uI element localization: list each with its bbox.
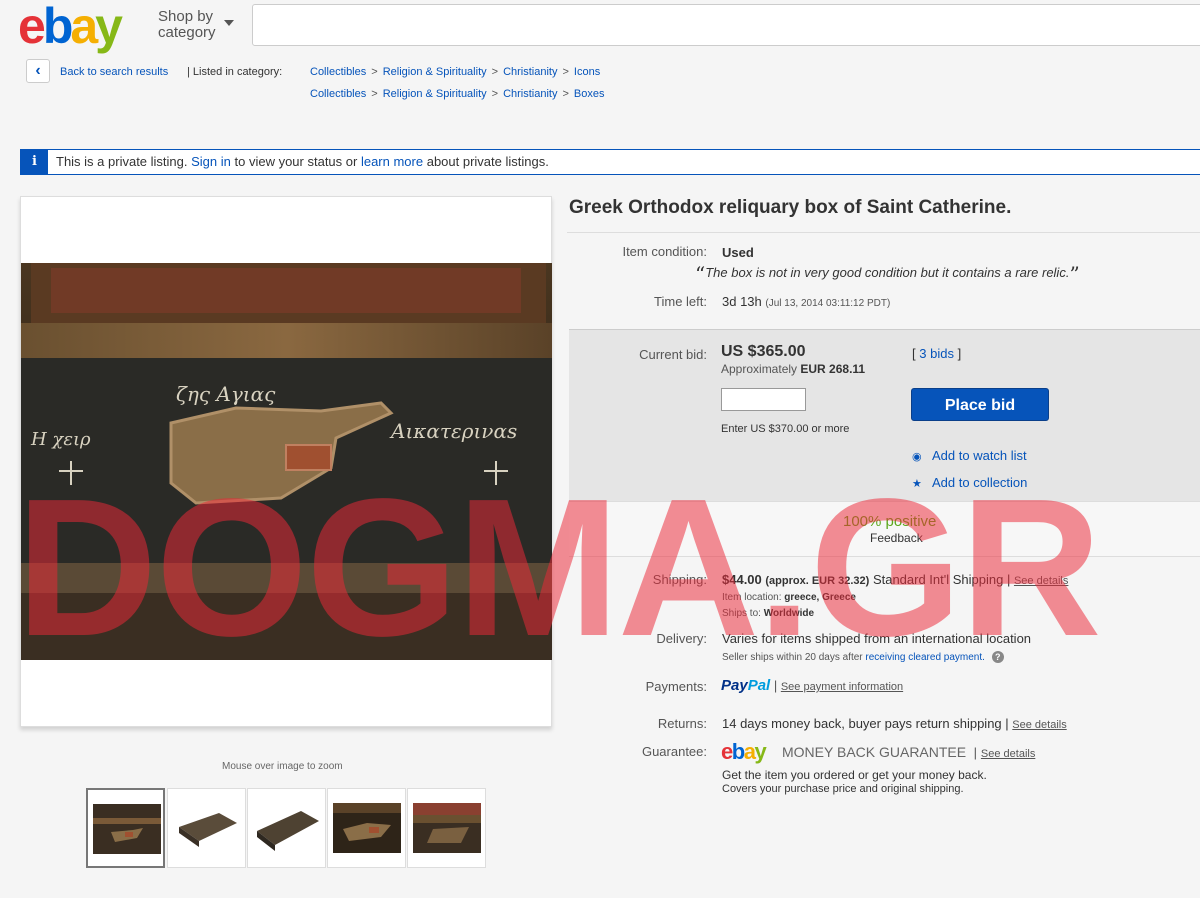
thumbnail-4[interactable]	[327, 788, 406, 868]
cleared-payment-link[interactable]: receiving cleared payment.	[865, 652, 985, 663]
current-bid-label: Current bid:	[639, 347, 707, 362]
place-bid-button[interactable]: Place bid	[911, 388, 1049, 421]
returns-label: Returns:	[657, 716, 707, 731]
add-to-watch-list-link[interactable]: ◉ Add to watch list	[912, 448, 1027, 463]
breadcrumb-christianity[interactable]: Christianity	[503, 88, 557, 100]
breadcrumb-boxes[interactable]: Boxes	[574, 88, 605, 100]
time-left-value: 3d 13h (Jul 13, 2014 03:11:12 PDT)	[722, 294, 891, 309]
breadcrumb: Collectibles > Religion & Spirituality > Chr…	[310, 66, 601, 78]
eye-icon: ◉	[912, 451, 922, 463]
current-bid-value: US $365.00	[721, 343, 806, 360]
search-input[interactable]	[252, 4, 1200, 46]
image-viewer[interactable]: ζης Αγιας Η χειρ Αικατεριναs	[20, 196, 552, 727]
shipping-value: $44.00 (approx. EUR 32.32) Standard Int'…	[722, 572, 1069, 587]
bid-count: [ 3 bids ]	[912, 346, 962, 361]
condition-label: Item condition:	[622, 244, 707, 259]
breadcrumb-collectibles[interactable]: Collectibles	[310, 88, 366, 100]
shipping-label: Shipping:	[652, 572, 707, 587]
ebay-guarantee-logo: ebay	[721, 739, 767, 764]
thumbnail-image	[413, 803, 481, 853]
breadcrumb-religion-spirituality[interactable]: Religion & Spirituality	[383, 88, 487, 100]
delivery-label: Delivery:	[656, 631, 707, 646]
item-title: Greek Orthodox reliquary box of Saint Ca…	[569, 197, 1012, 218]
breadcrumb-christianity[interactable]: Christianity	[503, 66, 557, 78]
condition-value: Used	[722, 245, 754, 260]
ebay-logo[interactable]: ebay	[18, 0, 123, 52]
image-text-top: ζης Αγιας	[176, 382, 276, 406]
item-location: Item location: greece, Greece	[722, 592, 856, 603]
thumbnail-image	[253, 803, 321, 853]
bid-history-link[interactable]: 3 bids	[919, 346, 954, 361]
guarantee-line-2: Covers your purchase price and original …	[722, 783, 964, 795]
guarantee-label: Guarantee:	[641, 744, 707, 759]
feedback-label: Feedback	[870, 531, 923, 545]
delivery-note: Seller ships within 20 days after receiv…	[722, 651, 1004, 663]
star-icon: ★	[912, 478, 922, 490]
bid-amount-input[interactable]	[721, 388, 806, 411]
notice-text: This is a private listing. Sign in to vi…	[56, 154, 549, 169]
image-text-right: Αικατεριναs	[389, 419, 517, 443]
private-listing-notice: i This is a private listing. Sign in to …	[20, 149, 1200, 175]
returns-see-details-link[interactable]: See details	[1012, 719, 1066, 731]
sign-in-link[interactable]: Sign in	[191, 154, 231, 169]
shop-by-category-button[interactable]: Shop by category	[158, 9, 216, 41]
paypal-logo: PayPal | See payment information	[721, 677, 904, 694]
thumbnail-2[interactable]	[167, 788, 246, 868]
back-arrow-icon[interactable]: ‹	[26, 59, 50, 83]
feedback-percentage: 100% positive	[843, 513, 937, 530]
approx-price: Approximately EUR 268.11	[721, 362, 866, 376]
ships-to: Ships to: Worldwide	[722, 608, 815, 619]
help-icon[interactable]: ?	[991, 651, 1004, 663]
guarantee-line-1: Get the item you ordered or get your mon…	[722, 768, 987, 782]
listed-in-label: | Listed in category:	[187, 66, 283, 78]
thumbnail-image	[173, 803, 241, 853]
zoom-hint: Mouse over image to zoom	[222, 761, 343, 772]
returns-value: 14 days money back, buyer pays return sh…	[722, 716, 1067, 731]
thumbnail-1[interactable]	[86, 788, 165, 868]
payments-label: Payments:	[645, 679, 707, 694]
condition-description: “The box is not in very good condition b…	[695, 262, 1080, 286]
thumbnail-5[interactable]	[407, 788, 486, 868]
back-to-search-link[interactable]: Back to search results	[60, 66, 168, 78]
thumbnail-image	[333, 803, 401, 853]
money-back-guarantee: MONEY BACK GUARANTEE | See details	[782, 744, 1036, 760]
guarantee-see-details-link[interactable]: See details	[981, 748, 1035, 760]
time-left-label: Time left:	[654, 294, 707, 309]
divider	[567, 232, 1200, 233]
thumbnail-image	[93, 804, 161, 854]
image-text-left: Η χειρ	[30, 429, 91, 450]
bid-hint: Enter US $370.00 or more	[721, 423, 850, 435]
thumbnail-3[interactable]	[247, 788, 326, 868]
info-icon: i	[21, 150, 48, 174]
add-to-collection-link[interactable]: ★ Add to collection	[912, 475, 1027, 490]
reliquary-box-photo: ζης Αγιας Η χειρ Αικατεριναs	[21, 263, 552, 660]
breadcrumb-religion-spirituality[interactable]: Religion & Spirituality	[383, 66, 487, 78]
learn-more-link[interactable]: learn more	[361, 154, 423, 169]
see-payment-information-link[interactable]: See payment information	[781, 681, 903, 693]
breadcrumb-icons[interactable]: Icons	[574, 66, 600, 78]
breadcrumb: Collectibles > Religion & Spirituality > Chr…	[310, 88, 605, 100]
caret-down-icon[interactable]	[224, 20, 234, 26]
shipping-see-details-link[interactable]: See details	[1014, 575, 1068, 587]
breadcrumb-collectibles[interactable]: Collectibles	[310, 66, 366, 78]
main-item-image[interactable]: ζης Αγιας Η χειρ Αικατεριναs	[21, 263, 552, 660]
delivery-value: Varies for items shipped from an interna…	[722, 631, 1032, 646]
